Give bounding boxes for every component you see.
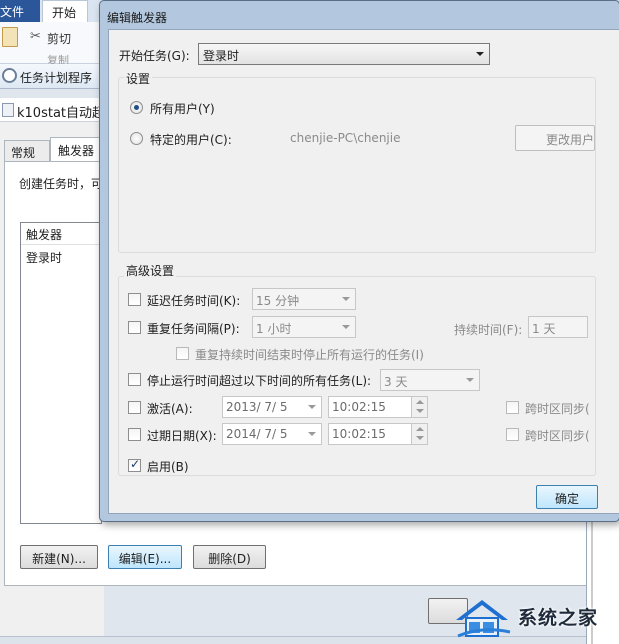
expire-time-value: 10:02:15 [332, 427, 386, 441]
home-tab-label: 开始 [52, 6, 77, 20]
taskbar-edge [0, 636, 619, 644]
new-trigger-button[interactable]: 新建(N)... [20, 545, 98, 569]
sync-timezone-checkbox-2[interactable] [506, 428, 519, 441]
activate-checkbox[interactable] [128, 401, 141, 414]
expire-label[interactable]: 过期日期(X): [147, 427, 217, 444]
stop-long-task-checkbox[interactable] [128, 373, 141, 386]
activate-label[interactable]: 激活(A): [147, 400, 193, 417]
repeat-interval-value: 1 小时 [256, 322, 292, 336]
home-tab[interactable]: 开始 [42, 0, 88, 22]
sync-timezone-checkbox[interactable] [506, 401, 519, 414]
clock-icon [2, 68, 17, 83]
sync-timezone-label-2[interactable]: 跨时区同步( [525, 427, 590, 444]
all-users-radio[interactable] [130, 101, 143, 114]
delay-task-label[interactable]: 延迟任务时间(K): [147, 292, 240, 309]
chevron-down-icon [476, 52, 484, 56]
edit-trigger-button[interactable]: 编辑(E)... [108, 545, 182, 569]
chevron-down-icon [308, 432, 316, 436]
change-user-button[interactable]: 更改用户 [515, 125, 595, 151]
expire-date-value: 2014/ 7/ 5 [226, 427, 288, 441]
tab-triggers[interactable]: 触发器 [50, 137, 104, 162]
trigger-list[interactable] [20, 222, 102, 524]
repeat-task-label[interactable]: 重复任务间隔(P): [147, 320, 240, 337]
user-name-value: chenjie-PC\chenjie [290, 131, 401, 145]
file-tab-label: 文件 [0, 5, 25, 19]
stop-at-end-label[interactable]: 重复持续时间结束时停止所有运行的任务(I) [195, 346, 424, 363]
delay-task-value: 15 分钟 [256, 294, 300, 308]
task-icon [2, 103, 14, 117]
tab-general[interactable]: 常规 [4, 140, 50, 162]
task-scheduler-title: 任务计划程序 [20, 71, 93, 85]
repeat-task-checkbox[interactable] [128, 321, 141, 334]
trigger-list-header[interactable]: 触发器 [21, 223, 102, 245]
chevron-down-icon [342, 325, 350, 329]
activate-time-value: 10:02:15 [332, 400, 386, 414]
watermark-text: 系统之家 [518, 607, 599, 629]
enabled-checkbox[interactable] [128, 457, 141, 472]
watermark-house-logo [456, 600, 511, 638]
specific-user-radio[interactable] [130, 132, 143, 145]
ok-button[interactable]: 确定 [536, 485, 598, 509]
expire-time-picker[interactable]: 10:02:15 [328, 423, 428, 445]
start-task-value: 登录时 [203, 49, 240, 63]
duration-value: 1 天 [532, 322, 556, 336]
activate-time-picker[interactable]: 10:02:15 [328, 396, 428, 418]
activate-date-value: 2013/ 7/ 5 [226, 400, 288, 414]
chevron-down-icon [466, 378, 474, 382]
spin-arrows-icon[interactable] [411, 424, 427, 444]
activate-date-picker[interactable]: 2013/ 7/ 5 [222, 396, 322, 418]
dialog-title: 编辑触发器 [107, 11, 168, 25]
duration-label: 持续时间(F): [454, 323, 523, 337]
start-task-select[interactable]: 登录时 [198, 43, 490, 65]
scissors-icon[interactable]: ✂ [30, 29, 41, 44]
chevron-down-icon [308, 405, 316, 409]
file-tab[interactable]: 文件 [0, 0, 40, 22]
duration-select[interactable]: 1 天 [528, 316, 588, 338]
enabled-label[interactable]: 启用(B) [147, 458, 189, 475]
triggers-description: 创建任务时，可 [19, 177, 104, 191]
delete-trigger-button[interactable]: 删除(D) [193, 545, 266, 569]
settings-legend: 设置 [124, 70, 153, 87]
repeat-interval-select[interactable]: 1 小时 [252, 316, 356, 338]
sync-timezone-label[interactable]: 跨时区同步( [525, 400, 590, 417]
delay-task-checkbox[interactable] [128, 293, 141, 306]
delay-task-select[interactable]: 15 分钟 [252, 288, 356, 310]
specific-user-label[interactable]: 特定的用户(C): [150, 131, 232, 148]
paste-icon[interactable] [2, 27, 18, 47]
expire-checkbox[interactable] [128, 428, 141, 441]
advanced-settings-legend: 高级设置 [124, 262, 177, 279]
stop-long-task-select[interactable]: 3 天 [380, 369, 480, 391]
list-item[interactable]: 登录时 [21, 246, 62, 266]
start-task-label: 开始任务(G): [119, 49, 190, 63]
stop-long-task-value: 3 天 [384, 375, 408, 389]
stop-long-task-label[interactable]: 停止运行时间超过以下时间的所有任务(L): [147, 372, 371, 389]
cut-label[interactable]: 剪切 [47, 30, 71, 47]
stop-at-end-checkbox[interactable] [176, 347, 189, 360]
chevron-down-icon [342, 297, 350, 301]
expire-date-picker[interactable]: 2014/ 7/ 5 [222, 423, 322, 445]
all-users-label[interactable]: 所有用户(Y) [150, 100, 215, 117]
spin-arrows-icon[interactable] [411, 397, 427, 417]
